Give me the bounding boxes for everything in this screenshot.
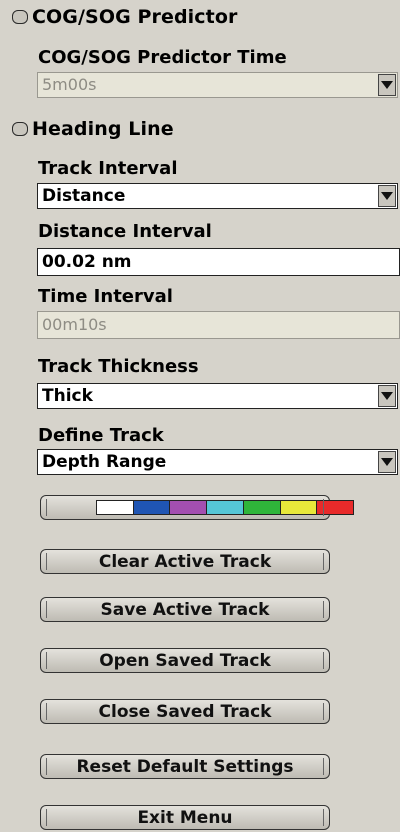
track-thickness-label: Track Thickness [38, 356, 199, 377]
color-swatch [207, 501, 244, 514]
predictor-time-value: 5m00s [42, 75, 97, 94]
define-track-value: Depth Range [42, 452, 167, 472]
color-swatch [97, 501, 134, 514]
color-swatch [317, 501, 354, 514]
chevron-down-icon[interactable] [378, 385, 396, 407]
color-swatch [280, 501, 318, 514]
save-active-track-button[interactable]: Save Active Track [40, 597, 330, 622]
track-thickness-value: Thick [42, 386, 93, 406]
close-saved-track-button[interactable]: Close Saved Track [40, 699, 330, 724]
color-swatch [133, 501, 171, 514]
define-track-select[interactable]: Depth Range [37, 449, 398, 475]
clear-active-track-button[interactable]: Clear Active Track [40, 549, 330, 574]
track-thickness-select[interactable]: Thick [37, 383, 398, 409]
chevron-down-icon[interactable] [378, 451, 396, 473]
time-interval-input: 00m10s [37, 311, 400, 339]
chevron-down-icon [378, 74, 396, 96]
heading-line-checkbox[interactable] [12, 122, 28, 136]
chevron-down-icon[interactable] [378, 185, 396, 207]
color-swatch [243, 501, 281, 514]
distance-interval-label: Distance Interval [38, 221, 212, 242]
cog-sog-predictor-row[interactable]: COG/SOG Predictor [12, 6, 237, 28]
predictor-time-label: COG/SOG Predictor Time [38, 47, 287, 68]
color-swatch [170, 501, 208, 514]
cog-sog-predictor-label: COG/SOG Predictor [32, 6, 238, 28]
depth-color-bar [96, 500, 354, 515]
exit-menu-button[interactable]: Exit Menu [40, 805, 330, 830]
track-interval-value: Distance [42, 186, 126, 206]
track-settings-panel: COG/SOG Predictor COG/SOG Predictor Time… [0, 0, 400, 832]
time-interval-value: 00m10s [42, 315, 107, 334]
track-interval-label: Track Interval [38, 158, 178, 179]
open-saved-track-button[interactable]: Open Saved Track [40, 648, 330, 673]
time-interval-label: Time Interval [38, 286, 173, 307]
heading-line-label: Heading Line [32, 118, 174, 140]
reset-default-settings-button[interactable]: Reset Default Settings [40, 754, 330, 779]
cog-sog-predictor-checkbox[interactable] [12, 10, 28, 24]
define-track-label: Define Track [38, 425, 164, 446]
distance-interval-value: 00.02 nm [42, 252, 132, 272]
predictor-time-select: 5m00s [37, 72, 398, 98]
depth-color-button[interactable] [40, 495, 354, 520]
distance-interval-input[interactable]: 00.02 nm [37, 248, 400, 276]
track-interval-select[interactable]: Distance [37, 183, 398, 209]
heading-line-row[interactable]: Heading Line [12, 118, 174, 140]
